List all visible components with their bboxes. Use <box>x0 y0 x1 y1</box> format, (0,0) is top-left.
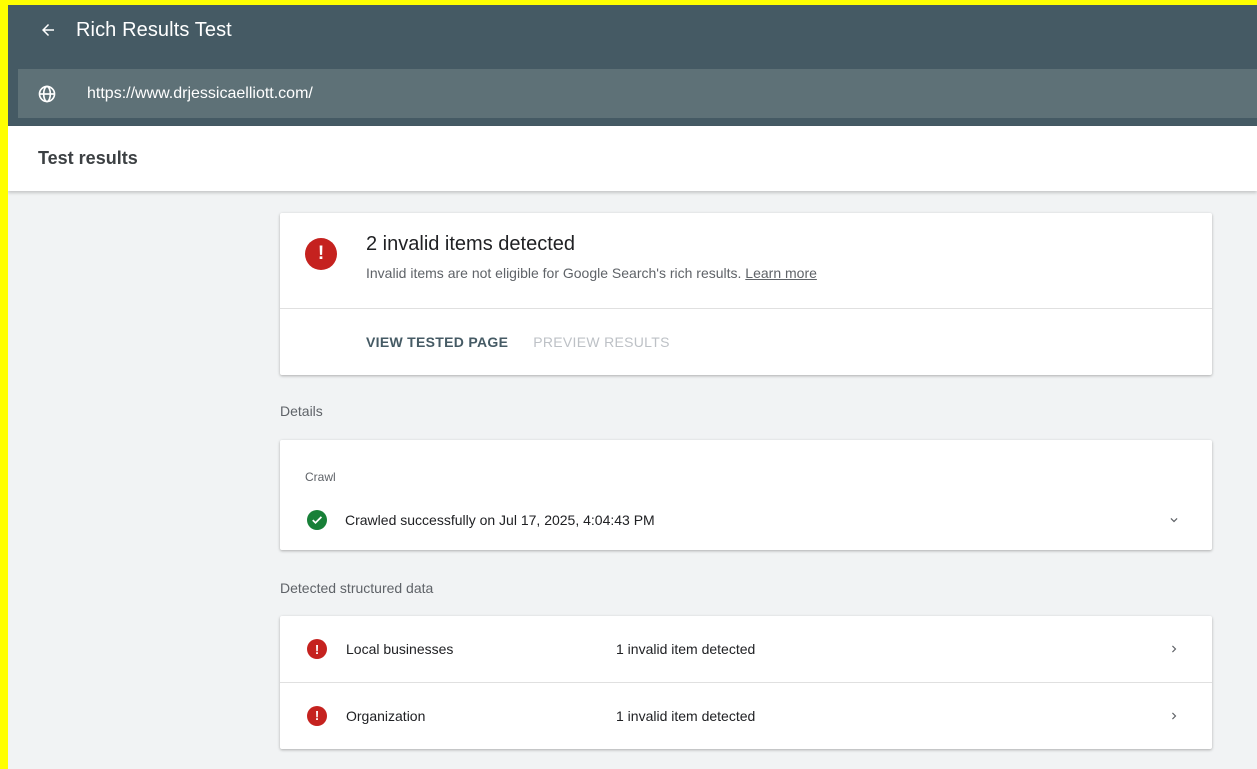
crawl-status-row[interactable]: Crawled successfully on Jul 17, 2025, 4:… <box>280 504 1212 536</box>
structured-data-item-name: Local businesses <box>346 641 454 657</box>
globe-icon <box>35 82 59 106</box>
url-bar[interactable]: https://www.drjessicaelliott.com/ <box>18 69 1257 118</box>
error-icon: ! <box>307 705 327 726</box>
error-icon: ! <box>305 238 337 270</box>
error-icon: ! <box>307 639 327 659</box>
structured-data-item-status: 1 invalid item detected <box>616 641 756 657</box>
chevron-right-icon <box>1164 639 1184 659</box>
structured-data-item-local-businesses[interactable]: ! Local businesses 1 invalid item detect… <box>280 616 1212 682</box>
crawl-card: Crawl Crawled successfully on Jul 17, 20… <box>280 440 1212 550</box>
check-circle-icon <box>307 510 327 530</box>
app-bar: Rich Results Test https://www.drjessicae… <box>8 5 1257 126</box>
structured-data-label: Detected structured data <box>280 580 434 596</box>
summary-subtitle: Invalid items are not eligible for Googl… <box>366 265 817 281</box>
summary-title: 2 invalid items detected <box>366 233 576 255</box>
page-title: Test results <box>38 148 138 168</box>
crawl-caption: Crawl <box>305 470 336 484</box>
app-title: Rich Results Test <box>76 18 232 41</box>
tested-url[interactable]: https://www.drjessicaelliott.com/ <box>87 85 313 103</box>
chevron-down-icon[interactable] <box>1164 510 1184 530</box>
structured-data-card: ! Local businesses 1 invalid item detect… <box>280 616 1212 749</box>
summary-top: ! 2 invalid items detected Invalid items… <box>280 213 1212 309</box>
learn-more-link[interactable]: Learn more <box>745 265 817 281</box>
structured-data-item-organization[interactable]: ! Organization 1 invalid item detected <box>280 682 1212 748</box>
crawl-status-text: Crawled successfully on Jul 17, 2025, 4:… <box>345 512 655 528</box>
summary-card: ! 2 invalid items detected Invalid items… <box>280 213 1212 375</box>
summary-subtitle-text: Invalid items are not eligible for Googl… <box>366 265 742 281</box>
back-button[interactable] <box>28 10 68 50</box>
chevron-right-icon <box>1164 706 1184 726</box>
arrow-back-icon <box>42 24 54 36</box>
structured-data-item-status: 1 invalid item detected <box>616 707 756 724</box>
preview-results-button: PREVIEW RESULTS <box>533 334 670 350</box>
structured-data-item-name: Organization <box>346 707 426 724</box>
title-row: Rich Results Test <box>8 5 1257 55</box>
results-header: Test results <box>8 126 1257 191</box>
view-tested-page-button[interactable]: VIEW TESTED PAGE <box>366 334 508 350</box>
details-label: Details <box>280 403 323 419</box>
rich-results-test-window: Rich Results Test https://www.drjessicae… <box>8 5 1257 769</box>
summary-actions: VIEW TESTED PAGE PREVIEW RESULTS <box>280 309 1212 375</box>
